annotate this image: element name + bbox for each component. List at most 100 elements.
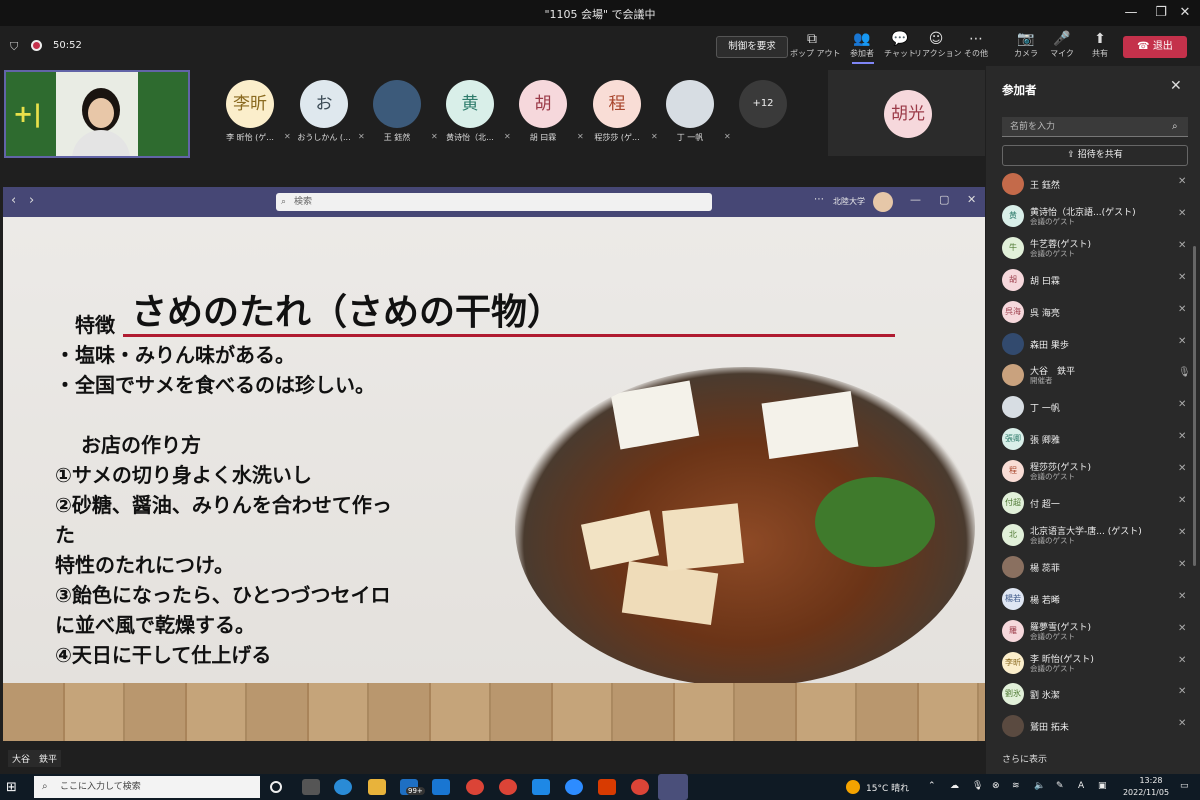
taskbar-search-input[interactable]: ⌕ ここに入力して検索 (34, 776, 260, 798)
wifi-icon[interactable]: ≋ (1012, 781, 1020, 791)
office-icon[interactable] (598, 779, 616, 795)
participant-row[interactable]: 王 鈺然 ✕ (1002, 169, 1192, 199)
search-input[interactable]: ⌕ 検索 (276, 193, 712, 211)
participant-row[interactable]: 北北京语言大学-唐... (ゲスト) 会議のゲスト ✕ (1002, 520, 1192, 550)
participant-avatar[interactable]: お (300, 80, 348, 128)
participant-row[interactable]: 森田 果歩 ✕ (1002, 329, 1192, 359)
leaf-garnish (815, 477, 935, 567)
share-button[interactable]: ⬆ 共有 (1078, 30, 1122, 59)
avatar[interactable] (873, 192, 893, 212)
participant-row[interactable]: 丁 一帆 ✕ (1002, 392, 1192, 422)
clock-date[interactable]: 2022/11/05 (1118, 788, 1174, 797)
share-icon: ⇪ (1067, 150, 1078, 160)
close-button[interactable]: ✕ (967, 193, 976, 206)
share-icon: ⬆ (1094, 31, 1106, 47)
close-button[interactable]: ✕ (1166, 0, 1200, 26)
chrome-icon[interactable] (631, 779, 649, 795)
participant-name: 胡 曰霖 (529, 133, 557, 142)
network-icon[interactable]: ⊗ (992, 781, 1000, 791)
shield-icon: ⛉ (10, 40, 19, 53)
participant-row[interactable]: 付超付 超一 ✕ (1002, 488, 1192, 518)
participant-avatar[interactable]: 黄 (446, 80, 494, 128)
request-control-button[interactable]: 制御を要求 (716, 36, 788, 58)
popout-button[interactable]: ⧉ ポップ アウト (790, 30, 841, 59)
volume-icon[interactable]: 🔈 (1034, 781, 1045, 791)
notification-icon[interactable]: ▭ (1180, 781, 1189, 791)
search-placeholder: 検索 (294, 197, 313, 207)
pen-icon[interactable]: ✎ (1056, 781, 1064, 791)
zoom-icon[interactable] (565, 779, 583, 795)
participant-role: 会議のゲスト (1030, 535, 1075, 545)
chevron-up-icon[interactable]: ⌃ (928, 781, 936, 791)
participant-row[interactable]: 黄黄诗怡（北京語...(ゲスト) 会議のゲスト ✕ (1002, 201, 1192, 231)
weather-icon (846, 780, 860, 794)
chrome-icon[interactable] (466, 779, 484, 795)
participant-name: 劉 氷潔 (1030, 691, 1060, 702)
avatar: 胡 (1002, 268, 1024, 291)
share-invite-button[interactable]: ⇪ 招待を共有 (1002, 145, 1188, 166)
task-view-icon[interactable] (302, 779, 320, 795)
back-button[interactable]: ‹ (11, 193, 16, 208)
participants-panel: 参加者 ✕ 名前を入力 ⌕ ⇪ 招待を共有 王 鈺然 ✕ 黄黄诗怡（北京語...(ゲ… (986, 66, 1200, 774)
close-icon[interactable]: ✕ (1170, 78, 1182, 94)
leave-button[interactable]: ☎ 退出 (1123, 36, 1187, 58)
participant-row[interactable]: 呉海呉 海亮 ✕ (1002, 297, 1192, 327)
slide-text-line: 特性のたれにつけ。 (55, 553, 234, 577)
avatar: 程 (1002, 460, 1024, 483)
windows-start-icon[interactable]: ⊞ (6, 780, 17, 795)
active-tab-indicator (852, 62, 874, 64)
participant-row[interactable]: 張卿張 卿雅 ✕ (1002, 424, 1192, 454)
participant-search-input[interactable]: 名前を入力 ⌕ (1002, 117, 1188, 137)
show-more-link[interactable]: さらに表示 (1002, 752, 1047, 765)
participant-row[interactable]: 大谷 鉄平 開催者 🎙 (1002, 360, 1192, 390)
participant-row[interactable]: 程程莎莎(ゲスト) 会議のゲスト ✕ (1002, 456, 1192, 486)
cortana-icon[interactable] (270, 781, 282, 793)
participant-row[interactable]: 鷲田 拓未 ✕ (1002, 711, 1192, 741)
participant-avatar[interactable]: 程 (593, 80, 641, 128)
minimize-button[interactable]: — (910, 193, 921, 206)
participant-row[interactable]: 李昕李 昕怡(ゲスト) 会議のゲスト ✕ (1002, 648, 1192, 678)
edge-icon[interactable] (334, 779, 352, 795)
person-face (88, 98, 114, 128)
weather-text[interactable]: 15°C 晴れ (866, 781, 909, 794)
participant-avatar[interactable]: 李昕 (226, 80, 274, 128)
maximize-button[interactable]: ▢ (939, 193, 949, 206)
participant-row[interactable]: 劉氷劉 氷潔 ✕ (1002, 679, 1192, 709)
participant-avatar[interactable] (666, 80, 714, 128)
chrome-icon[interactable] (499, 779, 517, 795)
mic-off-icon: ✕ (1178, 590, 1187, 602)
mic-off-icon: ✕ (1178, 239, 1187, 251)
participant-row[interactable]: 羅羅夢雪(ゲスト) 会議のゲスト ✕ (1002, 616, 1192, 646)
avatar (1002, 332, 1024, 355)
participant-avatar[interactable]: 胡 (519, 80, 567, 128)
popout-icon: ⧉ (807, 31, 817, 47)
participant-row[interactable]: 楊 蕊菲 ✕ (1002, 552, 1192, 582)
forward-button[interactable]: › (29, 193, 34, 208)
participant-row[interactable]: 牛牛艺蓉(ゲスト) 会議のゲスト ✕ (1002, 233, 1192, 263)
teams-icon[interactable] (658, 774, 688, 800)
mic-off-icon: ✕ (1178, 335, 1187, 347)
participant-row[interactable]: 胡胡 曰霖 ✕ (1002, 265, 1192, 295)
more-button[interactable]: ⋯ その他 (954, 30, 998, 59)
clock-time[interactable]: 13:28 (1126, 776, 1176, 785)
participant-tile[interactable]: 胡光 (828, 70, 985, 156)
more-icon[interactable]: ⋯ (814, 194, 824, 205)
todo-icon[interactable] (432, 779, 450, 795)
scrollbar[interactable] (1193, 246, 1196, 566)
more-participants-button[interactable]: +12 (739, 80, 787, 128)
ime-icon[interactable]: A (1078, 781, 1084, 791)
participant-row[interactable]: 楊若楊 若晞 ✕ (1002, 584, 1192, 614)
photos-icon[interactable] (532, 779, 550, 795)
shared-screen[interactable]: ‹ › ⌕ 検索 ⋯ 北陸大学 — ▢ ✕ さめのたれ（さめの干物） 特徴 ・塩味… (3, 187, 985, 741)
cloud-icon[interactable]: ☁ (950, 781, 959, 791)
search-icon: ⌕ (42, 781, 48, 792)
presenter-video[interactable]: +| (4, 70, 190, 158)
participant-name: 付 超一 (1030, 500, 1060, 510)
mic-icon[interactable]: 🎙 (972, 781, 983, 791)
slide-text-line: た (55, 523, 75, 547)
file-explorer-icon[interactable] (368, 779, 386, 795)
ime-mode-icon[interactable]: ▣ (1098, 781, 1107, 791)
participant-avatar[interactable] (373, 80, 421, 128)
reaction-button[interactable]: ☺ リアクション (914, 30, 962, 59)
participant-name: 王 鈺然 (383, 133, 411, 142)
